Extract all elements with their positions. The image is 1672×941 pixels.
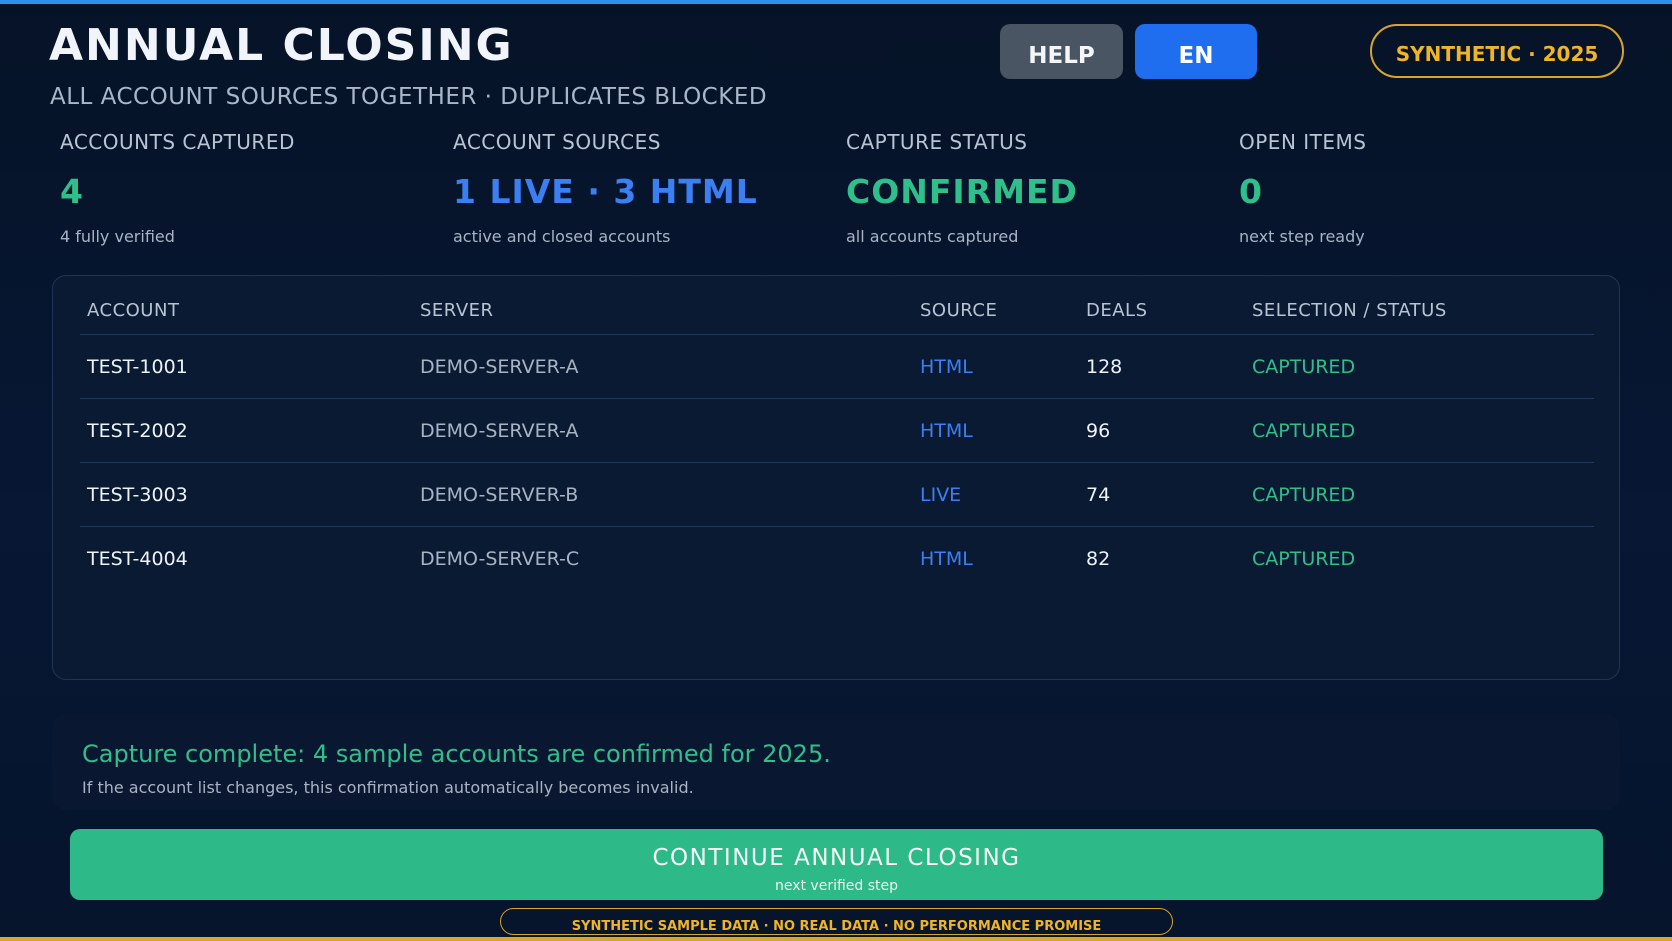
- deals-cell: 128: [1086, 355, 1123, 378]
- table-header: ACCOUNT SERVER SOURCE DEALS SELECTION / …: [80, 294, 1594, 335]
- kpi-sub: next step ready: [1239, 227, 1365, 246]
- table-row[interactable]: TEST-2002 DEMO-SERVER-A HTML 96 CAPTURED: [80, 399, 1594, 463]
- deals-cell: 74: [1086, 483, 1111, 506]
- kpi-sub: active and closed accounts: [453, 227, 671, 246]
- kpi-sub: 4 fully verified: [60, 227, 175, 246]
- page-title: ANNUAL CLOSING: [49, 20, 514, 71]
- kpi-value: 1 LIVE · 3 HTML: [453, 172, 758, 211]
- continue-button-sub: next verified step: [774, 878, 899, 894]
- deals-cell: 82: [1086, 547, 1111, 570]
- source-cell: HTML: [920, 547, 973, 570]
- language-button[interactable]: EN: [1135, 24, 1257, 79]
- kpi-value: 4: [60, 172, 84, 211]
- server-cell: DEMO-SERVER-A: [420, 419, 579, 442]
- kpi-label: OPEN ITEMS: [1239, 130, 1367, 154]
- kpi-label: CAPTURE STATUS: [846, 130, 1028, 154]
- account-cell: TEST-1001: [87, 355, 188, 378]
- synthetic-data-disclaimer: SYNTHETIC SAMPLE DATA · NO REAL DATA · N…: [500, 908, 1173, 935]
- synthetic-year-badge: SYNTHETIC · 2025: [1370, 24, 1624, 78]
- kpi-capture-status: CAPTURE STATUS CONFIRMED all accounts ca…: [846, 130, 1206, 246]
- status-cell: CAPTURED: [1252, 419, 1356, 442]
- account-cell: TEST-3003: [87, 483, 188, 506]
- top-accent-line: [0, 0, 1672, 4]
- account-cell: TEST-2002: [87, 419, 188, 442]
- kpi-accounts-captured: ACCOUNTS CAPTURED 4 4 fully verified: [60, 130, 420, 246]
- source-cell: HTML: [920, 355, 973, 378]
- table-row[interactable]: TEST-3003 DEMO-SERVER-B LIVE 74 CAPTURED: [80, 463, 1594, 527]
- kpi-value: CONFIRMED: [846, 172, 1078, 211]
- notice-message: Capture complete: 4 sample accounts are …: [82, 740, 831, 768]
- kpi-label: ACCOUNTS CAPTURED: [60, 130, 295, 154]
- capture-notice: Capture complete: 4 sample accounts are …: [52, 714, 1620, 810]
- column-header-deals: DEALS: [1086, 300, 1148, 321]
- table-row[interactable]: TEST-4004 DEMO-SERVER-C HTML 82 CAPTURED: [80, 527, 1594, 590]
- kpi-open-items: OPEN ITEMS 0 next step ready: [1239, 130, 1599, 246]
- column-header-account: ACCOUNT: [87, 300, 180, 321]
- column-header-status: SELECTION / STATUS: [1252, 300, 1447, 321]
- page-subtitle: ALL ACCOUNT SOURCES TOGETHER · DUPLICATE…: [50, 84, 768, 110]
- kpi-label: ACCOUNT SOURCES: [453, 130, 661, 154]
- status-cell: CAPTURED: [1252, 483, 1356, 506]
- account-cell: TEST-4004: [87, 547, 188, 570]
- bottom-accent-line: [0, 937, 1672, 941]
- status-cell: CAPTURED: [1252, 547, 1356, 570]
- kpi-value: 0: [1239, 172, 1263, 211]
- notice-detail: If the account list changes, this confir…: [82, 778, 694, 797]
- source-cell: HTML: [920, 419, 973, 442]
- kpi-account-sources: ACCOUNT SOURCES 1 LIVE · 3 HTML active a…: [453, 130, 813, 246]
- continue-button-label: CONTINUE ANNUAL CLOSING: [652, 845, 1021, 871]
- continue-annual-closing-button[interactable]: CONTINUE ANNUAL CLOSING next verified st…: [70, 829, 1603, 900]
- server-cell: DEMO-SERVER-B: [420, 483, 579, 506]
- column-header-source: SOURCE: [920, 300, 998, 321]
- status-cell: CAPTURED: [1252, 355, 1356, 378]
- kpi-sub: all accounts captured: [846, 227, 1019, 246]
- accounts-table: ACCOUNT SERVER SOURCE DEALS SELECTION / …: [52, 275, 1620, 680]
- server-cell: DEMO-SERVER-A: [420, 355, 579, 378]
- help-button[interactable]: HELP: [1000, 24, 1123, 79]
- column-header-server: SERVER: [420, 300, 494, 321]
- deals-cell: 96: [1086, 419, 1111, 442]
- server-cell: DEMO-SERVER-C: [420, 547, 580, 570]
- source-cell: LIVE: [920, 483, 962, 506]
- table-row[interactable]: TEST-1001 DEMO-SERVER-A HTML 128 CAPTURE…: [80, 335, 1594, 399]
